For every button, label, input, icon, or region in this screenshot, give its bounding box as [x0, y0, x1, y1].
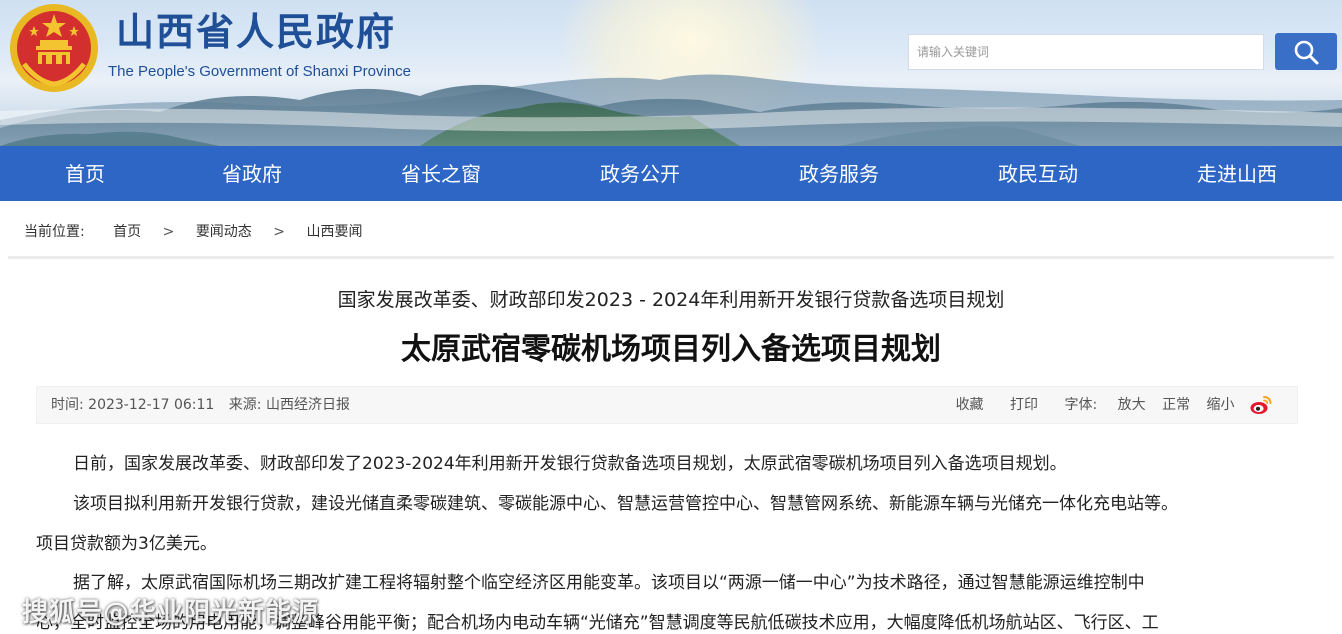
- nav-item-public-interaction[interactable]: 政民互动: [983, 146, 1093, 201]
- article-subheadline: 国家发展改革委、财政部印发2023 - 2024年利用新开发银行贷款备选项目规划: [337, 289, 1005, 311]
- article-paragraph: 项目贷款额为3亿美元。: [36, 534, 217, 554]
- breadcrumb-divider: [8, 256, 1334, 259]
- main-nav: 首页 省政府 省长之窗 政务公开 政务服务 政民互动 走进山西: [0, 146, 1342, 201]
- nav-item-provincial-government[interactable]: 省政府: [202, 146, 302, 201]
- nav-item-home[interactable]: 首页: [35, 146, 135, 201]
- breadcrumb-separator: >: [162, 224, 175, 240]
- article-paragraph: 该项目拟利用新开发银行贷款，建设光储直柔零碳建筑、零碳能源中心、智慧运营管控中心…: [73, 494, 1178, 514]
- national-emblem-logo: [10, 4, 98, 92]
- article-headline: 太原武宿零碳机场项目列入备选项目规划: [401, 332, 941, 367]
- font-large-button[interactable]: 放大: [1118, 387, 1146, 423]
- breadcrumb-label: 当前位置:: [24, 224, 85, 240]
- search-button[interactable]: [1275, 33, 1337, 70]
- print-button[interactable]: 打印: [1010, 387, 1038, 423]
- nav-item-government-affairs-disclosure[interactable]: 政务公开: [585, 146, 695, 201]
- breadcrumb-news-link[interactable]: 要闻动态: [196, 224, 252, 240]
- nav-item-governor-window[interactable]: 省长之窗: [386, 146, 496, 201]
- font-normal-button[interactable]: 正常: [1162, 387, 1190, 423]
- breadcrumb-home-link[interactable]: 首页: [113, 224, 141, 240]
- weibo-share-icon[interactable]: [1249, 393, 1273, 417]
- font-small-button[interactable]: 缩小: [1207, 387, 1235, 423]
- favorite-button[interactable]: 收藏: [956, 387, 984, 423]
- search-input[interactable]: [908, 34, 1264, 70]
- site-title: 山西省人民政府: [116, 9, 397, 54]
- article-source: 来源: 山西经济日报: [228, 397, 350, 413]
- publish-time: 时间: 2023-12-17 06:11: [51, 397, 215, 413]
- article-meta-bar: 时间: 2023-12-17 06:11 来源: 山西经济日报 收藏 打印 字体…: [36, 386, 1298, 424]
- search-icon: [1294, 40, 1319, 64]
- site-subtitle: The People's Government of Shanxi Provin…: [108, 63, 412, 80]
- font-size-label: 字体:: [1064, 397, 1098, 413]
- site-header: 山西省人民政府 The People's Government of Shanx…: [0, 0, 1342, 146]
- watermark: 搜狐号@华业阳光新能源: [22, 598, 320, 628]
- breadcrumb-separator: >: [273, 224, 285, 240]
- nav-item-government-services[interactable]: 政务服务: [784, 146, 894, 201]
- nav-item-about-shanxi[interactable]: 走进山西: [1182, 146, 1292, 201]
- article-paragraph: 日前，国家发展改革委、财政部印发了2023-2024年利用新开发银行贷款备选项目…: [73, 454, 1067, 474]
- breadcrumb: 当前位置: 首页 > 要闻动态 > 山西要闻: [24, 221, 362, 243]
- breadcrumb-shanxi-news-link[interactable]: 山西要闻: [306, 224, 362, 240]
